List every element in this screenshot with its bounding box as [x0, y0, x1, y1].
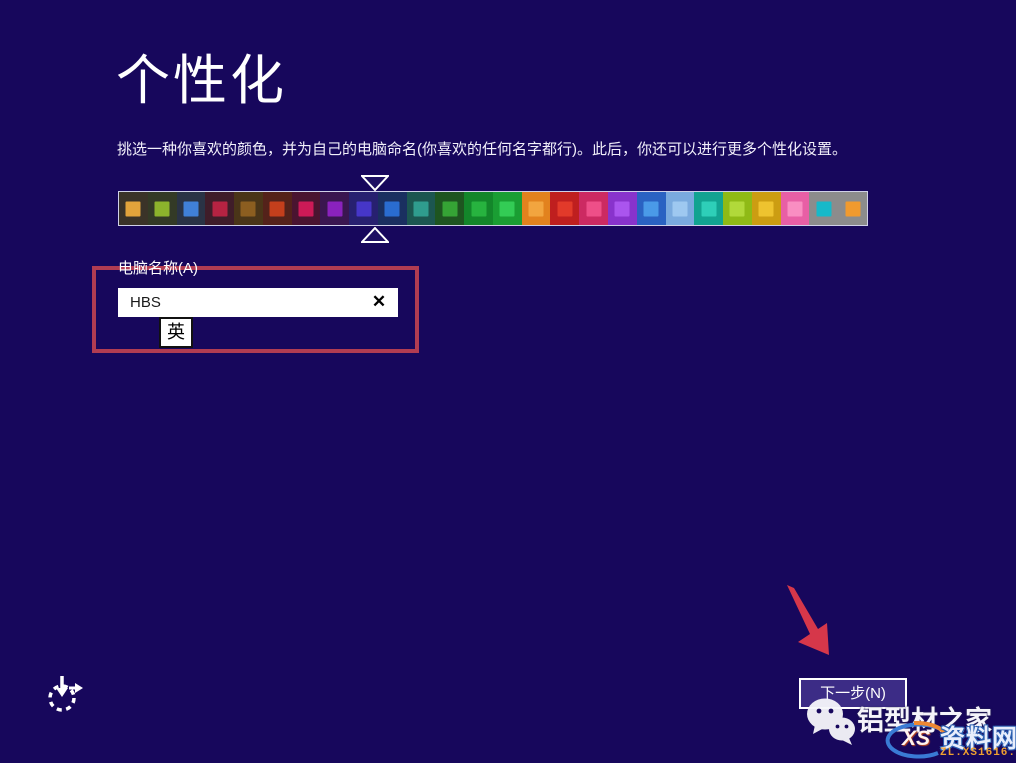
- logo-site-url: ZL.XS1616.COM: [940, 747, 1016, 759]
- color-cell-21[interactable]: [723, 192, 752, 225]
- accent-swatch: [414, 201, 429, 216]
- logo-initials: XS: [902, 727, 930, 751]
- accent-swatch: [241, 201, 256, 216]
- color-cell-5[interactable]: [263, 192, 292, 225]
- accent-swatch: [586, 201, 601, 216]
- accent-swatch: [183, 201, 198, 216]
- color-cell-7[interactable]: [320, 192, 349, 225]
- color-cell-15[interactable]: [550, 192, 579, 225]
- wechat-icon: [805, 697, 857, 745]
- accent-swatch: [500, 201, 515, 216]
- accent-swatch: [212, 201, 227, 216]
- accent-swatch: [759, 201, 774, 216]
- accent-swatch: [327, 201, 342, 216]
- color-cell-0[interactable]: [119, 192, 148, 225]
- color-cell-1[interactable]: [148, 192, 177, 225]
- color-cell-8-selected[interactable]: [349, 192, 378, 225]
- accent-swatch: [701, 201, 716, 216]
- accent-swatch: [385, 201, 400, 216]
- color-cell-24[interactable]: [809, 192, 838, 225]
- accent-swatch: [471, 201, 486, 216]
- color-cell-23[interactable]: [781, 192, 810, 225]
- color-cell-18[interactable]: [637, 192, 666, 225]
- ime-language-indicator[interactable]: 英: [159, 317, 193, 348]
- accent-swatch: [615, 201, 630, 216]
- color-cell-22[interactable]: [752, 192, 781, 225]
- accent-swatch: [529, 201, 544, 216]
- accent-swatch: [155, 201, 170, 216]
- computer-name-input[interactable]: [118, 288, 398, 317]
- accent-swatch: [126, 201, 141, 216]
- color-cell-2[interactable]: [177, 192, 206, 225]
- xs-site-logo: XS 资料网 ZL.XS1616.COM: [884, 719, 1016, 763]
- ease-of-access-icon[interactable]: [45, 674, 83, 716]
- color-cell-17[interactable]: [608, 192, 637, 225]
- accent-swatch: [298, 201, 313, 216]
- color-cell-4[interactable]: [234, 192, 263, 225]
- computer-name-label: 电脑名称(A): [118, 257, 198, 278]
- color-cell-10[interactable]: [407, 192, 436, 225]
- accent-swatch: [644, 201, 659, 216]
- color-cell-14[interactable]: [522, 192, 551, 225]
- color-cell-25[interactable]: [838, 192, 867, 225]
- accent-swatch: [845, 201, 860, 216]
- accent-swatch: [672, 201, 687, 216]
- color-cell-3[interactable]: [205, 192, 234, 225]
- color-cell-6[interactable]: [292, 192, 321, 225]
- color-cell-12[interactable]: [464, 192, 493, 225]
- accent-swatch: [557, 201, 572, 216]
- accent-swatch: [816, 201, 831, 216]
- color-cell-20[interactable]: [694, 192, 723, 225]
- annotation-arrow-icon: [782, 585, 844, 665]
- color-cell-11[interactable]: [435, 192, 464, 225]
- color-slider-strip[interactable]: [118, 191, 868, 226]
- page-title: 个性化: [116, 36, 287, 115]
- color-cell-9[interactable]: [378, 192, 407, 225]
- page-subtitle: 挑选一种你喜欢的颜色，并为自己的电脑命名(你喜欢的任何名字都行)。此后，你还可以…: [117, 138, 897, 159]
- clear-input-icon[interactable]: ✕: [368, 291, 390, 313]
- accent-swatch: [442, 201, 457, 216]
- accent-swatch: [730, 201, 745, 216]
- accent-swatch: [356, 201, 371, 216]
- slider-indicator-down-icon[interactable]: [361, 175, 389, 191]
- color-cell-13[interactable]: [493, 192, 522, 225]
- color-cell-16[interactable]: [579, 192, 608, 225]
- accent-swatch: [270, 201, 285, 216]
- slider-indicator-up-icon[interactable]: [361, 227, 389, 243]
- accent-swatch: [787, 201, 802, 216]
- color-cell-19[interactable]: [666, 192, 695, 225]
- computer-name-field-wrap: ✕: [118, 288, 398, 317]
